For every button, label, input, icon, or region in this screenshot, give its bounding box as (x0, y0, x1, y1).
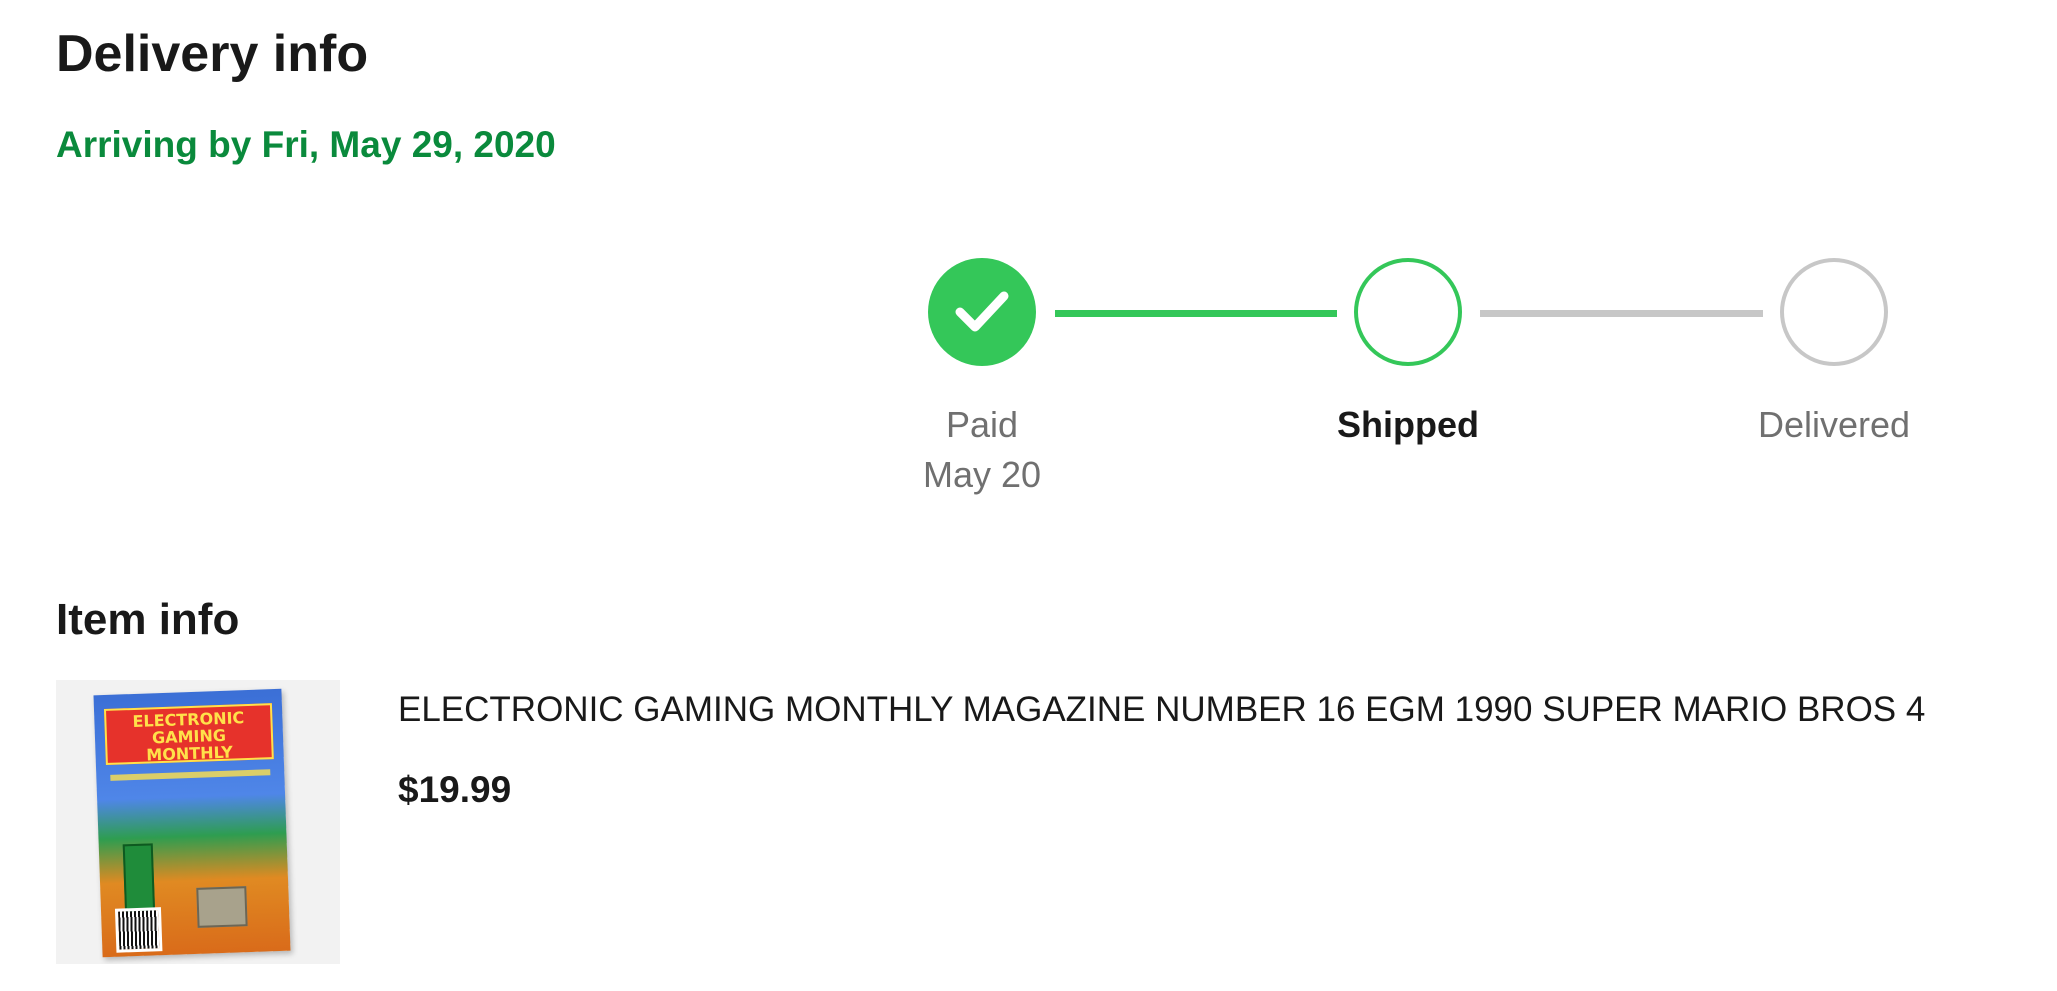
step-shipped-name: Shipped (1337, 404, 1479, 445)
step-shipped-circle (1354, 258, 1462, 366)
checkmark-icon (955, 291, 1009, 332)
item-title-link[interactable]: ELECTRONIC GAMING MONTHLY MAGAZINE NUMBE… (398, 686, 1925, 734)
cover-text-line (110, 769, 271, 781)
item-info-title: Item info (56, 595, 240, 644)
item-thumbnail[interactable]: ELECTRONIC GAMING MONTHLY (56, 680, 340, 964)
step-paid-name: Paid (945, 404, 1019, 445)
step-connector-shipped-delivered (1480, 310, 1763, 317)
magazine-masthead: ELECTRONIC GAMING MONTHLY (103, 703, 274, 765)
step-paid-date: May 20 (922, 454, 1042, 495)
shipment-tracker: Paid May 20 Shipped Delivered (0, 0, 2057, 520)
step-shipped-label: Shipped (1288, 400, 1528, 450)
step-delivered-circle (1780, 258, 1888, 366)
item-price: $19.99 (398, 769, 512, 810)
cover-screenshot-graphic (196, 886, 248, 928)
step-paid-label: Paid May 20 (862, 400, 1102, 500)
barcode-icon (114, 907, 163, 953)
step-connector-paid-shipped (1055, 310, 1337, 317)
step-paid-circle (928, 258, 1036, 366)
step-delivered-name: Delivered (1757, 404, 1911, 445)
step-delivered-label: Delivered (1714, 400, 1954, 450)
magazine-cover-image: ELECTRONIC GAMING MONTHLY (93, 688, 291, 958)
